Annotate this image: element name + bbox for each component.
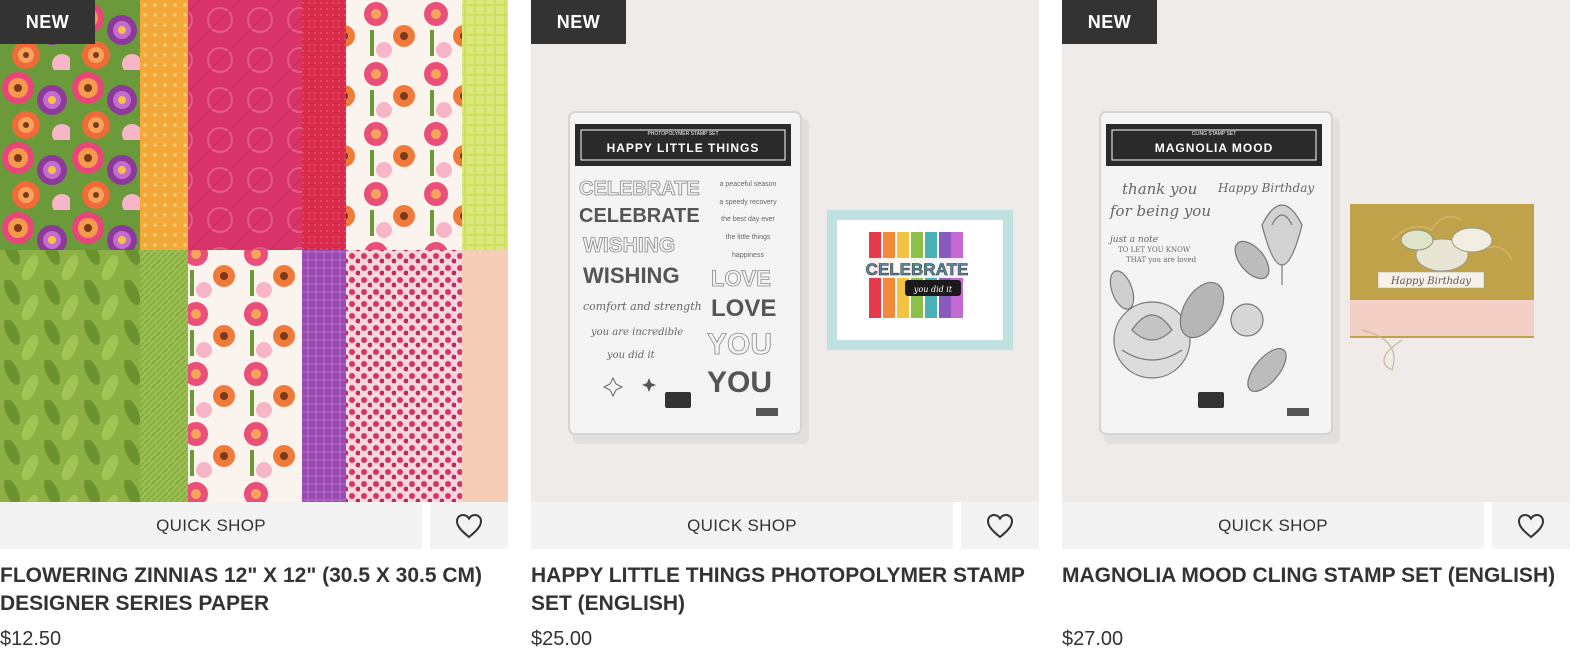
product-card: NEW QUICK SHOP FLOWERING ZINNIAS 12" X 1…	[0, 0, 508, 672]
quick-shop-button[interactable]: QUICK SHOP	[0, 502, 422, 549]
stamp-small: the best day ever	[721, 216, 775, 223]
new-badge: NEW	[531, 0, 626, 44]
product-image[interactable]	[0, 0, 508, 502]
card-actions: QUICK SHOP	[0, 502, 508, 549]
package-title: HAPPY LITTLE THINGS	[607, 141, 760, 155]
product-title[interactable]: FLOWERING ZINNIAS 12" X 12" (30.5 X 30.5…	[0, 562, 500, 618]
product-card: CLING STAMP SET MAGNOLIA MOOD thank you …	[1062, 0, 1570, 672]
stamp-script: you did it	[606, 350, 656, 361]
card-actions: QUICK SHOP	[1062, 502, 1570, 549]
stamp-word: CELEBRATE	[579, 205, 700, 227]
stamp-script: you are incredible	[590, 327, 683, 338]
heart-outline-icon	[455, 513, 483, 538]
product-title[interactable]: MAGNOLIA MOOD CLING STAMP SET (ENGLISH)	[1062, 562, 1562, 590]
product-price: $25.00	[531, 628, 593, 650]
new-badge: NEW	[1062, 0, 1157, 44]
stamp-small: THAT you are loved	[1126, 256, 1197, 264]
stamp-small: a speedy recovery	[719, 199, 777, 206]
stamp-small: TO LET YOU KNOW	[1118, 246, 1191, 254]
stamp-script: just a note	[1108, 235, 1158, 245]
package-subtitle: CLING STAMP SET	[1192, 131, 1237, 137]
stamp-script: Happy Birthday	[1217, 181, 1314, 195]
quick-shop-button[interactable]: QUICK SHOP	[531, 502, 953, 549]
product-title[interactable]: HAPPY LITTLE THINGS PHOTOPOLYMER STAMP S…	[531, 562, 1031, 618]
stamp-script: for being you	[1109, 202, 1211, 220]
product-card: PHOTOPOLYMER STAMP SET HAPPY LITTLE THIN…	[531, 0, 1039, 672]
heart-outline-icon	[1517, 513, 1545, 538]
heart-outline-icon	[986, 513, 1014, 538]
product-image[interactable]: CLING STAMP SET MAGNOLIA MOOD thank you …	[1062, 0, 1570, 502]
stamp-small: a peaceful season	[720, 181, 777, 188]
stamp-word: LOVE	[711, 295, 776, 322]
card-script: Happy Birthday	[1390, 276, 1471, 287]
stamp-small: the little things	[726, 234, 771, 241]
add-to-wishlist-button[interactable]	[1492, 502, 1570, 549]
stamp-word: YOU	[707, 366, 772, 399]
stamp-small: happiness	[732, 252, 764, 259]
product-price: $27.00	[1062, 628, 1124, 650]
card-script: you did it	[913, 285, 953, 294]
quick-shop-button[interactable]: QUICK SHOP	[1062, 502, 1484, 549]
stamp-script: comfort and strength	[583, 300, 702, 313]
package-title: MAGNOLIA MOOD	[1155, 141, 1274, 155]
card-actions: QUICK SHOP	[531, 502, 1039, 549]
stamp-word: LOVE	[711, 266, 771, 291]
stamp-word: YOU	[707, 328, 772, 361]
package-subtitle: PHOTOPOLYMER STAMP SET	[647, 131, 718, 137]
add-to-wishlist-button[interactable]	[430, 502, 508, 549]
stamp-word: WISHING	[583, 263, 680, 288]
stamp-script: thank you	[1122, 180, 1197, 198]
card-sentiment: CELEBRATE	[866, 260, 969, 279]
new-badge: NEW	[0, 0, 95, 44]
add-to-wishlist-button[interactable]	[961, 502, 1039, 549]
product-grid: NEW QUICK SHOP FLOWERING ZINNIAS 12" X 1…	[0, 0, 1586, 672]
product-image[interactable]: PHOTOPOLYMER STAMP SET HAPPY LITTLE THIN…	[531, 0, 1039, 502]
stamp-word: WISHING	[583, 234, 675, 257]
stamp-word: CELEBRATE	[579, 178, 700, 200]
product-price: $12.50	[0, 628, 62, 650]
